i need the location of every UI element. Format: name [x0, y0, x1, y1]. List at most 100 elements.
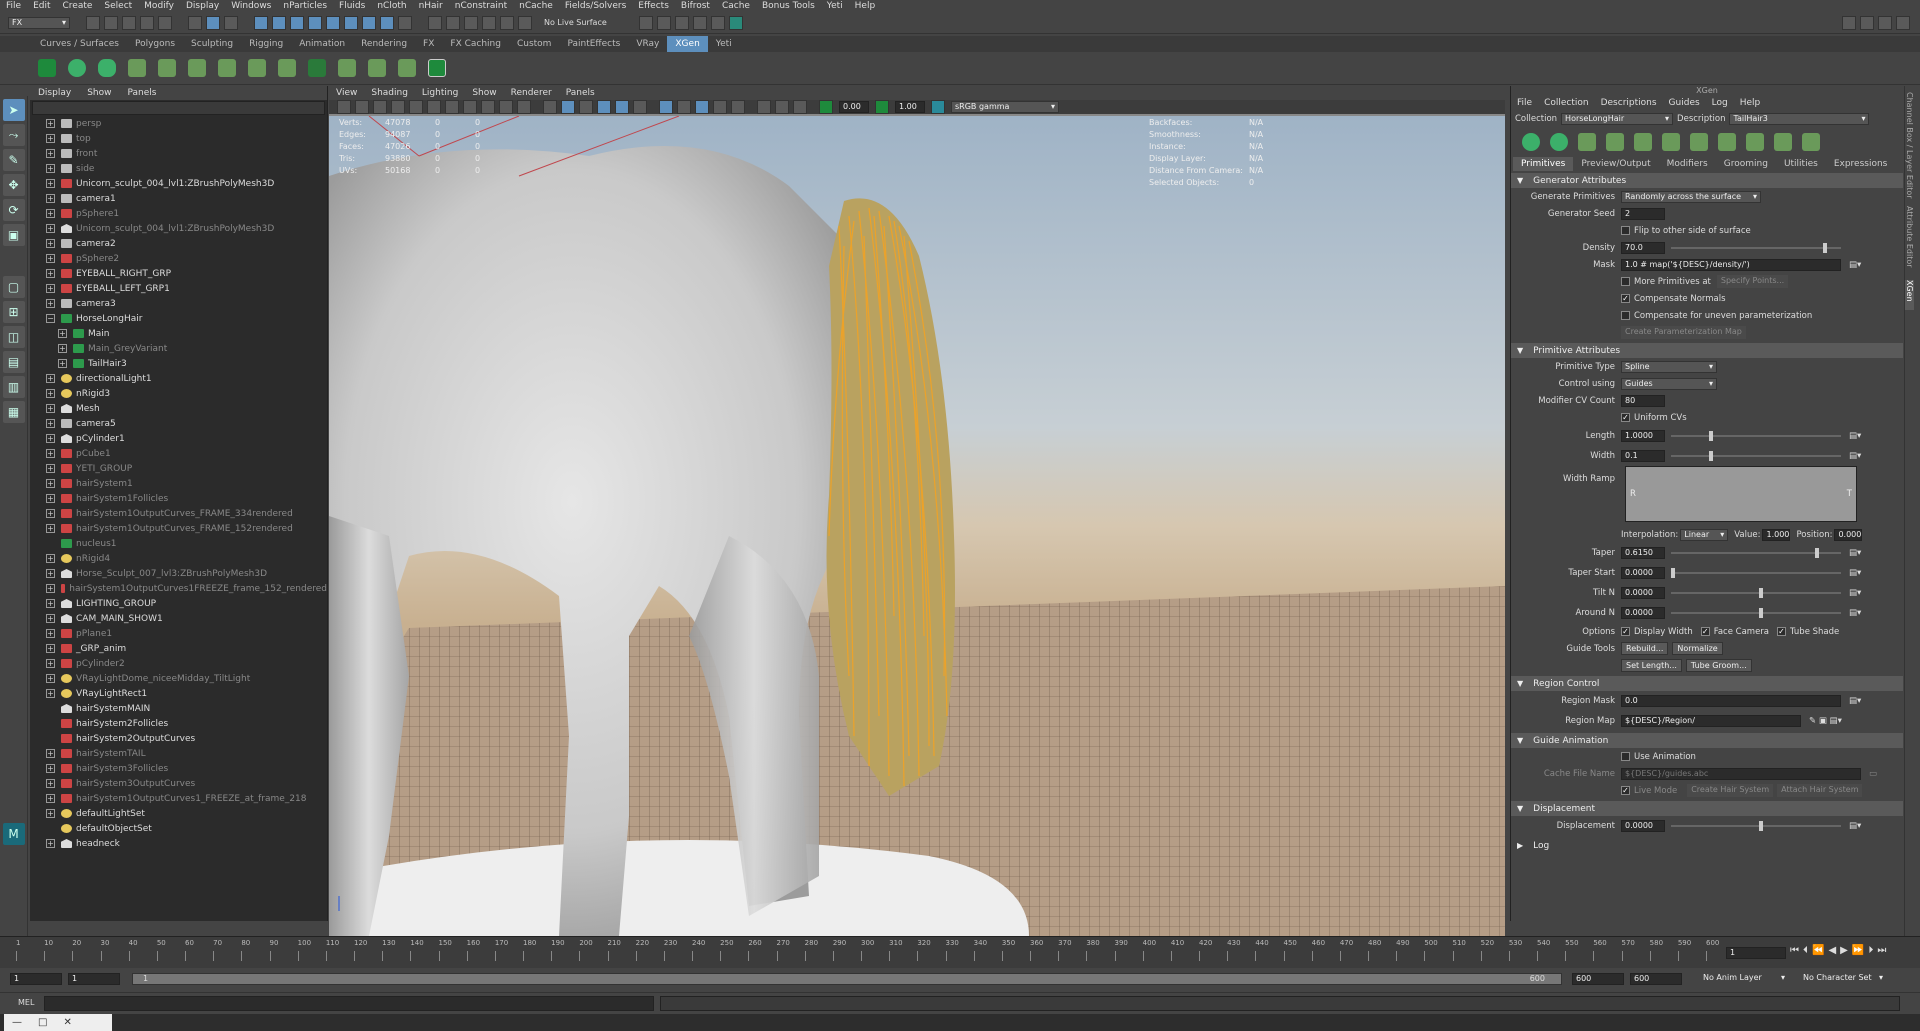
shelf-tab-fx-caching[interactable]: FX Caching: [442, 36, 509, 52]
snap-curve-icon[interactable]: [446, 15, 460, 30]
xgen-sculpt-guide-icon[interactable]: [188, 59, 206, 77]
paint-map-icon[interactable]: ✎ ▣ ▤▾: [1809, 716, 1842, 726]
make-live-icon[interactable]: [518, 15, 532, 30]
exposure-icon[interactable]: [819, 100, 833, 114]
expand-icon[interactable]: +: [46, 674, 55, 683]
channel-box-tab[interactable]: Channel Box / Layer Editor: [1905, 92, 1914, 202]
bookmark-icon[interactable]: [373, 100, 387, 114]
region-map-field[interactable]: ${DESC}/Region/: [1621, 715, 1801, 727]
lasso-tool-icon[interactable]: ⤳: [2, 124, 25, 146]
outliner-item[interactable]: + camera2: [30, 236, 327, 251]
tilt-field[interactable]: 0.0000: [1621, 587, 1665, 599]
outliner-item[interactable]: + EYEBALL_RIGHT_GRP: [30, 266, 327, 281]
expand-icon[interactable]: +: [46, 464, 55, 473]
outliner-item[interactable]: + front: [30, 146, 327, 161]
menu-nparticles[interactable]: nParticles: [277, 1, 333, 11]
prev-key-icon[interactable]: ⏪: [1812, 945, 1824, 956]
outliner-item[interactable]: + Unicorn_sculpt_004_lvl1:ZBrushPolyMesh3…: [30, 176, 327, 191]
outliner-item[interactable]: + EYEBALL_LEFT_GRP1: [30, 281, 327, 296]
use-animation-checkbox[interactable]: [1621, 752, 1630, 761]
snap-grid-icon[interactable]: [428, 15, 442, 30]
displacement-field[interactable]: 0.0000: [1621, 820, 1665, 832]
expand-icon[interactable]: +: [46, 494, 55, 503]
xgen-cut-icon[interactable]: [218, 59, 236, 77]
close-icon[interactable]: ✕: [63, 1017, 71, 1028]
expand-icon[interactable]: +: [46, 659, 55, 668]
use-lights-icon[interactable]: [633, 100, 647, 114]
expand-icon[interactable]: +: [46, 584, 55, 593]
xgen-guide-tool-icon[interactable]: [1578, 133, 1596, 151]
expand-icon[interactable]: +: [46, 479, 55, 488]
density-field[interactable]: 70.0: [1621, 241, 1665, 254]
generate-primitives-dropdown[interactable]: Randomly across the surface: [1621, 190, 1761, 203]
hypershade-icon[interactable]: [710, 15, 725, 30]
channel-box-icon[interactable]: [1896, 15, 1910, 30]
ao-icon[interactable]: [677, 100, 691, 114]
mask-icon[interactable]: [308, 15, 322, 30]
menu-nhair[interactable]: nHair: [413, 1, 449, 11]
taper-start-slider[interactable]: [1671, 568, 1841, 578]
generator-attributes-section[interactable]: ▼ Generator Attributes: [1511, 173, 1903, 188]
viewport-scene[interactable]: Verts: 47078 0 0 Edges: 94087 0 0 Faces: 47026 0 0 T…: [329, 116, 1505, 936]
shelf-tab-painteffects[interactable]: PaintEffects: [559, 36, 628, 52]
menu-bonus-tools[interactable]: Bonus Tools: [756, 1, 821, 11]
expand-icon[interactable]: [46, 734, 55, 743]
xgen-create-desc-icon[interactable]: [1550, 133, 1568, 151]
tube-shade-checkbox[interactable]: ✓: [1777, 627, 1787, 636]
xgen-menu-file[interactable]: File: [1511, 98, 1538, 108]
outliner-menu-show[interactable]: Show: [79, 88, 119, 98]
outliner-item[interactable]: + pSphere2: [30, 251, 327, 266]
snap-point-icon[interactable]: [464, 15, 478, 30]
outliner-menu-display[interactable]: Display: [30, 88, 79, 98]
outliner-item[interactable]: + pSphere1: [30, 206, 327, 221]
primitive-type-dropdown[interactable]: Spline: [1621, 360, 1717, 373]
snap-view-icon[interactable]: [482, 15, 496, 30]
menu-edit[interactable]: Edit: [27, 1, 56, 11]
menu-help[interactable]: Help: [849, 1, 882, 11]
outliner-item[interactable]: hairSystem2OutputCurves: [30, 731, 327, 746]
value-field[interactable]: 1.000: [1762, 528, 1791, 541]
vp-menu-renderer[interactable]: Renderer: [504, 88, 559, 98]
outliner-item[interactable]: + nRigid4: [30, 551, 327, 566]
expand-icon[interactable]: [46, 824, 55, 833]
ipr-icon[interactable]: [674, 15, 689, 30]
go-to-end-icon[interactable]: ⏭: [1877, 945, 1886, 956]
comp-uneven-checkbox[interactable]: [1621, 311, 1630, 320]
expand-icon[interactable]: +: [46, 689, 55, 698]
outliner-item[interactable]: + Mesh: [30, 401, 327, 416]
expand-icon[interactable]: +: [46, 434, 55, 443]
vray-icon[interactable]: [728, 15, 743, 30]
range-slider-bar[interactable]: 1 600: [132, 973, 1562, 985]
region-mask-field[interactable]: 0.0: [1621, 695, 1841, 707]
outliner-item[interactable]: + hairSystem1OutputCurves_FRAME_152render…: [30, 521, 327, 536]
xgen-sculpt-icon[interactable]: [1662, 133, 1680, 151]
modeling-toolkit-icon[interactable]: [1842, 15, 1856, 30]
menu-cache[interactable]: Cache: [716, 1, 756, 11]
render-view-icon[interactable]: [692, 15, 707, 30]
normalize-button[interactable]: Normalize: [1672, 642, 1723, 655]
select-component-icon[interactable]: [224, 15, 238, 30]
folder-icon[interactable]: ▭: [1869, 769, 1877, 779]
outliner-item[interactable]: + pCube1: [30, 446, 327, 461]
outliner-item[interactable]: + Unicorn_sculpt_004_lvl1:ZBrushPolyMesh3…: [30, 221, 327, 236]
attach-hair-system-button[interactable]: Attach Hair System: [1777, 784, 1863, 797]
select-tool-icon[interactable]: ➤: [2, 99, 25, 121]
outliner-item[interactable]: defaultObjectSet: [30, 821, 327, 836]
time-slider[interactable]: 1 10 20 30 40 50 60 70 80 90 100 110 120 130 140 150 160…: [0, 936, 1920, 968]
interp-dropdown[interactable]: Linear: [1680, 528, 1729, 541]
outliner-item[interactable]: + side: [30, 161, 327, 176]
expand-icon[interactable]: +: [46, 839, 55, 848]
save-scene-icon[interactable]: [122, 15, 136, 30]
vp-menu-shading[interactable]: Shading: [364, 88, 415, 98]
xgen-delete-icon[interactable]: [428, 59, 446, 77]
around-field[interactable]: 0.0000: [1621, 607, 1665, 619]
scene-end-field[interactable]: 600: [1630, 973, 1682, 985]
undo-icon[interactable]: [140, 15, 154, 30]
expand-icon[interactable]: +: [46, 119, 55, 128]
expression-editor-icon[interactable]: ▤▾: [1849, 260, 1861, 270]
step-forward-icon[interactable]: ⏵: [1868, 945, 1873, 956]
more-prims-checkbox[interactable]: [1621, 277, 1630, 286]
dof-icon[interactable]: [731, 100, 745, 114]
resolution-gate-icon[interactable]: [445, 100, 459, 114]
select-hierarchy-icon[interactable]: [188, 15, 202, 30]
